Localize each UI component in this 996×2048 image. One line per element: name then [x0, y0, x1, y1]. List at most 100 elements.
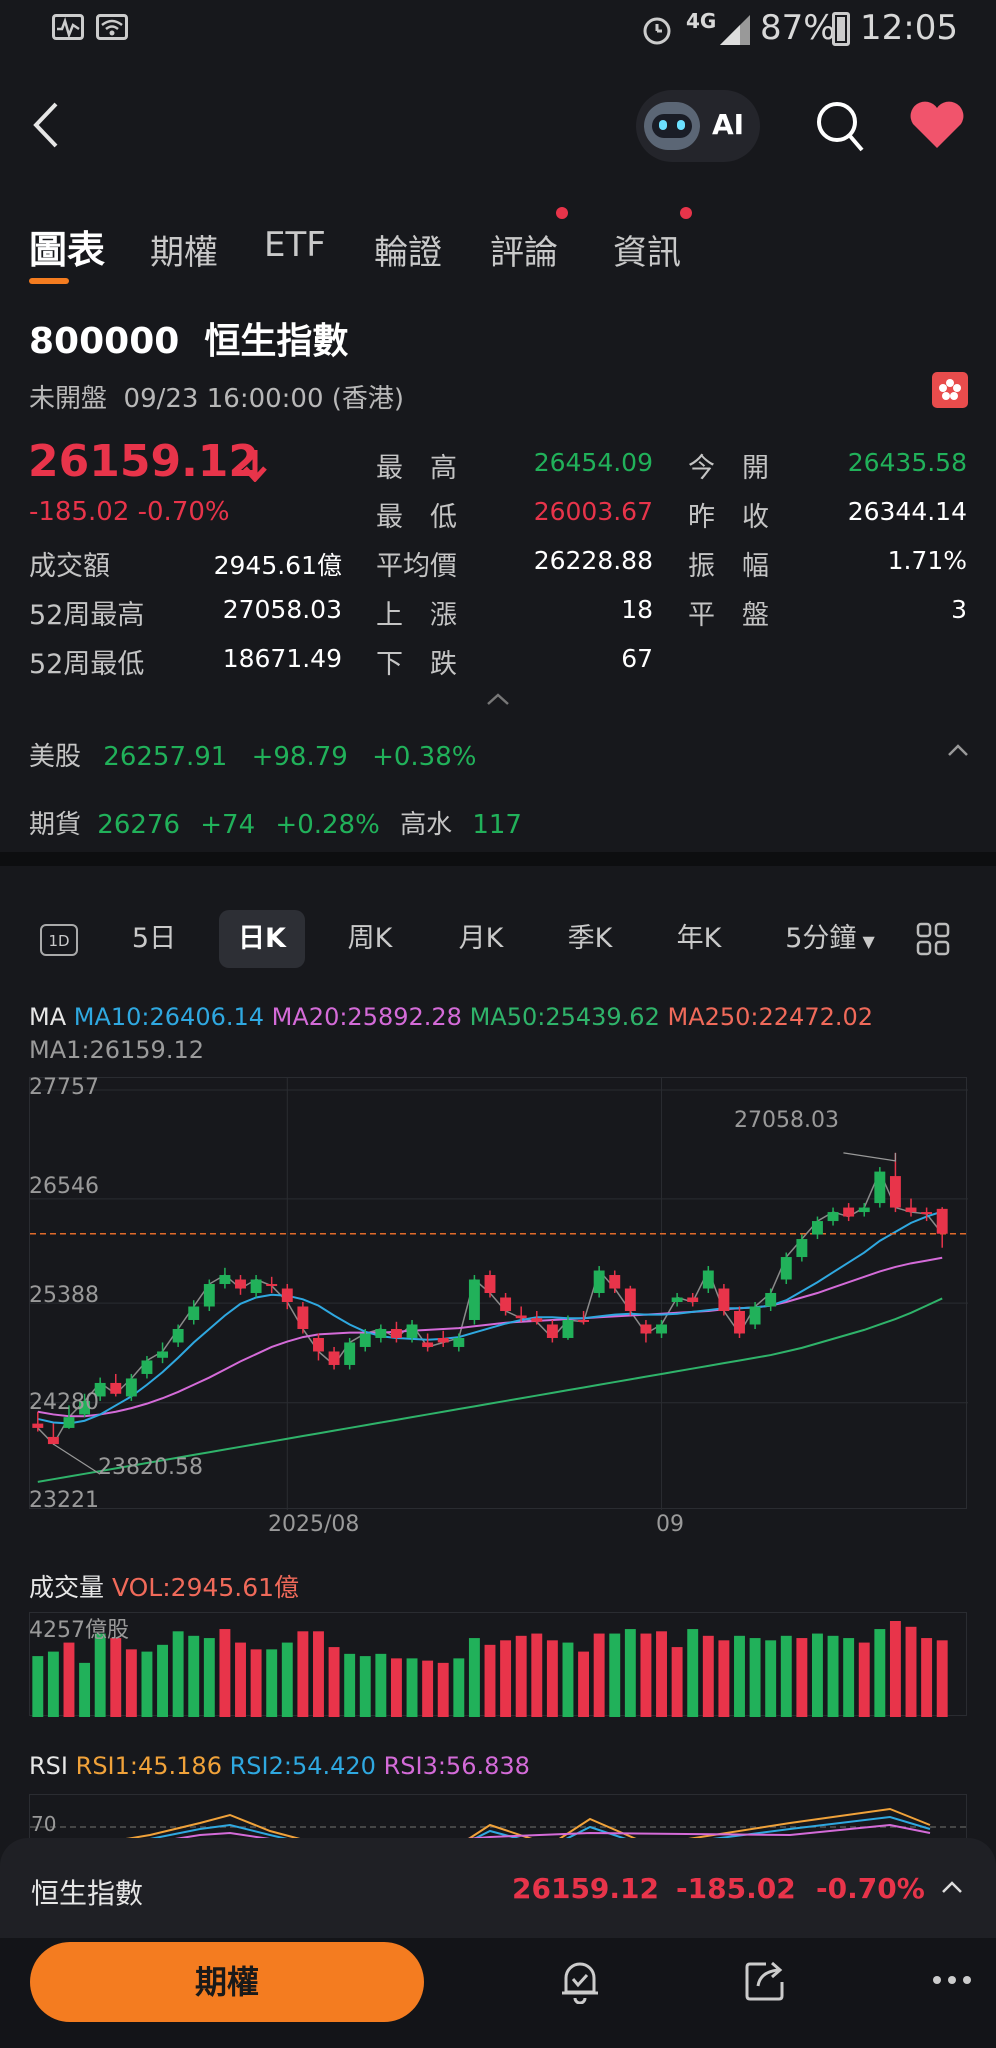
candle: [936, 1208, 948, 1234]
candle: [718, 1288, 730, 1311]
volume-bar: [235, 1642, 246, 1717]
y-tick-2: 25388: [29, 1283, 99, 1308]
52w-high-label: 52周最高: [29, 600, 145, 631]
rsi-label: RSI: [29, 1752, 68, 1780]
candlestick-chart[interactable]: [29, 1077, 968, 1510]
candle: [546, 1324, 558, 1338]
tab-options[interactable]: 期權: [150, 225, 218, 274]
candle: [593, 1270, 605, 1294]
candle: [63, 1417, 75, 1428]
tab-etf[interactable]: ETF: [264, 225, 326, 265]
volume-bar: [219, 1629, 231, 1717]
change-percent: -0.70%: [137, 497, 230, 527]
search-icon[interactable]: [814, 98, 866, 158]
favorite-heart-icon[interactable]: [908, 98, 966, 154]
period-1d[interactable]: 1D: [40, 924, 78, 956]
volume-bar: [157, 1644, 168, 1717]
candle: [422, 1342, 434, 1347]
volume-chart[interactable]: [29, 1612, 967, 1717]
ai-assistant-button[interactable]: AI: [636, 90, 760, 162]
volume-bar: [422, 1660, 434, 1717]
tab-chart[interactable]: 圖表: [29, 219, 105, 284]
price-alert-bell-icon[interactable]: [558, 1958, 602, 2008]
x-tick-aug: 2025/08: [268, 1512, 360, 1537]
share-icon[interactable]: [744, 1958, 788, 2006]
volume-bar: [624, 1629, 636, 1717]
ma50-value: MA50:25439.62: [469, 1003, 660, 1031]
market-status: 未開盤 09/23 16:00:00 (香港): [29, 378, 404, 415]
volume-bar: [313, 1631, 324, 1717]
alarm-icon: [640, 12, 674, 55]
candle: [297, 1306, 309, 1329]
us-change: +98.79: [251, 742, 348, 772]
wifi-icon: [96, 14, 128, 40]
candle: [219, 1275, 231, 1285]
chevron-up-icon[interactable]: [946, 742, 970, 762]
ma10-value: MA10:26406.14: [73, 1003, 265, 1031]
candle: [188, 1306, 200, 1320]
tab-comments[interactable]: 評論: [490, 225, 558, 274]
volume-bar: [562, 1642, 574, 1717]
low-leader: [53, 1443, 101, 1475]
battery-icon: [832, 12, 850, 46]
period-monthly[interactable]: 月K: [445, 910, 517, 968]
candle: [47, 1436, 59, 1445]
period-yearly[interactable]: 年K: [663, 910, 735, 968]
period-5day[interactable]: 5日: [118, 910, 190, 968]
volume-max-label: 4257億股: [29, 1618, 129, 1643]
more-options-icon[interactable]: [932, 1970, 972, 1989]
volume-bar: [188, 1635, 200, 1717]
futures-value: 26276: [97, 810, 180, 840]
down-arrow-icon: [242, 448, 268, 486]
unchanged-value: 3: [951, 595, 967, 624]
candle: [858, 1207, 870, 1213]
period-5min-dropdown[interactable]: 5分鐘 ▼: [780, 910, 880, 968]
period-weekly[interactable]: 周K: [334, 910, 406, 968]
rsi3-value: RSI3:56.838: [383, 1752, 530, 1780]
volume-bar: [468, 1638, 480, 1717]
candle: [328, 1351, 340, 1365]
expand-chevron-icon[interactable]: [940, 1878, 964, 1900]
candle: [921, 1212, 933, 1215]
action-bar: 期權: [0, 1938, 996, 2048]
candle: [406, 1324, 418, 1338]
stock-code: 800000: [29, 321, 180, 362]
candle: [624, 1288, 636, 1311]
candle: [687, 1297, 699, 1303]
tab-warrants[interactable]: 輪證: [374, 225, 442, 274]
decliners-value: 67: [621, 644, 653, 673]
candle: [313, 1337, 324, 1352]
volume-bar: [32, 1656, 44, 1717]
network-type: 4G: [686, 9, 717, 33]
candle: [812, 1221, 823, 1235]
candle: [468, 1279, 480, 1320]
volume-bar: [328, 1647, 340, 1717]
candle: [843, 1207, 855, 1217]
candle: [141, 1360, 153, 1374]
y-tick-4: 23221: [29, 1488, 99, 1513]
options-button[interactable]: 期權: [30, 1942, 424, 2022]
price-change: -185.02 -0.70%: [29, 497, 230, 527]
collapse-stats-icon[interactable]: [484, 690, 512, 712]
us-pct: +0.38%: [372, 742, 477, 772]
section-divider: [0, 852, 996, 866]
tab-news[interactable]: 資訊: [613, 225, 681, 274]
candle: [125, 1378, 137, 1397]
candle: [32, 1423, 44, 1428]
grid-layout-icon[interactable]: [916, 922, 950, 960]
candle: [515, 1315, 527, 1319]
avg-price-label: 平均價: [376, 551, 457, 582]
volume-bar: [593, 1633, 605, 1717]
volume-bar: [749, 1638, 761, 1717]
volume-legend: 成交量 VOL:2945.61億: [29, 1568, 299, 1604]
us-value: 26257.91: [103, 742, 228, 772]
candle: [749, 1306, 761, 1325]
candle: [671, 1297, 683, 1303]
period-daily[interactable]: 日K: [219, 910, 305, 968]
back-icon[interactable]: [28, 100, 64, 154]
futures-change: +74: [200, 810, 256, 840]
last-price: 26159.12: [28, 436, 260, 487]
period-quarterly[interactable]: 季K: [554, 910, 626, 968]
volume-bar: [546, 1640, 558, 1717]
us-market-row[interactable]: 美股 26257.91 +98.79 +0.38%: [29, 736, 476, 773]
